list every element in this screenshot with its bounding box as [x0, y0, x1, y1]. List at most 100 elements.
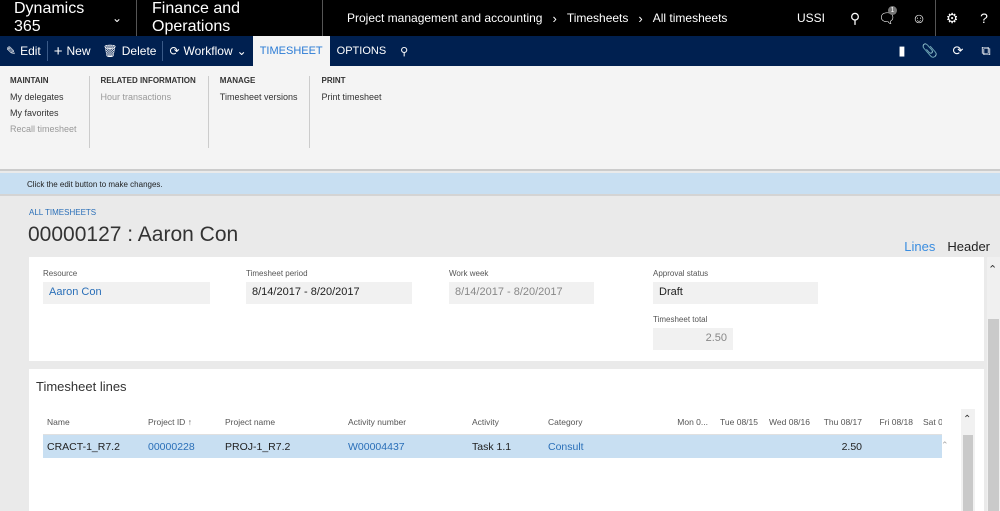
office-icon[interactable]: ▮: [888, 36, 916, 66]
recall-timesheet-button[interactable]: Recall timesheet: [10, 124, 77, 134]
work-week-field: Work week 8/14/2017 - 8/20/2017: [449, 269, 594, 304]
ribbon-group-manage: MANAGE Timesheet versions: [220, 76, 311, 148]
hour-transactions-button[interactable]: Hour transactions: [101, 92, 196, 102]
chevron-down-icon: ⌄: [236, 44, 247, 58]
sort-ascending-icon: ↑: [187, 416, 192, 427]
plus-icon: +: [53, 42, 63, 60]
refresh-icon[interactable]: ⟳: [944, 36, 972, 66]
new-button[interactable]: + New: [48, 36, 97, 66]
delete-button[interactable]: 🗑 Delete: [97, 36, 163, 66]
edit-label: Edit: [20, 44, 41, 58]
workflow-icon: ⟳: [169, 44, 180, 58]
info-message-bar: Click the edit button to make changes.: [0, 173, 1000, 196]
pencil-icon: ✎: [6, 44, 17, 58]
col-mon[interactable]: Mon 0...: [630, 417, 714, 427]
cell-category[interactable]: Consult: [544, 441, 630, 453]
scroll-up-icon[interactable]: ⌃: [963, 414, 971, 425]
scrollbar-thumb[interactable]: [988, 319, 999, 511]
work-week-label: Work week: [449, 269, 489, 278]
top-navigation-bar: Dynamics 365 ⌄ Finance and Operations Pr…: [0, 0, 1000, 36]
tab-header[interactable]: Header: [947, 239, 990, 254]
cell-project-name: PROJ-1_R7.2: [225, 440, 291, 453]
notification-badge: 1: [888, 6, 897, 15]
app-name[interactable]: Finance and Operations: [137, 0, 323, 36]
view-switcher: Lines Header: [904, 239, 990, 254]
edit-button[interactable]: ✎ Edit: [0, 36, 47, 66]
page-scrollbar[interactable]: ⌃: [987, 257, 1000, 511]
feedback-smiley-icon[interactable]: ☺: [903, 0, 935, 36]
notification-icon[interactable]: 🗨 1: [871, 0, 903, 36]
scrollbar-thumb[interactable]: [963, 435, 973, 511]
chevron-right-icon: ›: [552, 10, 557, 26]
resource-label: Resource: [43, 269, 78, 278]
search-icon[interactable]: ⚲: [393, 36, 415, 66]
dynamics-365-menu[interactable]: Dynamics 365 ⌄: [0, 0, 137, 36]
open-new-window-icon[interactable]: ⧉: [972, 36, 1000, 66]
ribbon: MAINTAIN My delegates My favorites Recal…: [0, 66, 1000, 171]
timesheet-total-value: 2.50: [653, 328, 733, 350]
company-picker[interactable]: USSI: [797, 11, 825, 25]
grid-scrollbar[interactable]: ⌃: [961, 409, 975, 511]
col-category[interactable]: Category: [544, 417, 630, 427]
breadcrumb-module[interactable]: Project management and accounting: [347, 11, 542, 25]
attachment-icon[interactable]: 📎: [916, 36, 944, 66]
workflow-button[interactable]: ⟳ Workflow ⌄: [163, 36, 252, 66]
col-wed[interactable]: Wed 08/16: [764, 417, 816, 427]
group-title: MAINTAIN: [10, 76, 49, 85]
chevron-down-icon: ⌄: [111, 11, 122, 25]
ribbon-group-maintain: MAINTAIN My delegates My favorites Recal…: [10, 76, 90, 148]
col-name[interactable]: Name: [43, 417, 144, 427]
breadcrumb-all-timesheets[interactable]: All timesheets: [653, 11, 728, 25]
page-breadcrumb[interactable]: ALL TIMESHEETS: [29, 208, 96, 217]
col-fri[interactable]: Fri 08/18: [868, 417, 919, 427]
col-activity[interactable]: Activity: [468, 417, 544, 427]
my-favorites-button[interactable]: My favorites: [10, 108, 77, 118]
action-pane: ✎ Edit + New 🗑 Delete ⟳ Workflow ⌄ TIMES…: [0, 36, 1000, 66]
group-title: PRINT: [321, 76, 346, 85]
group-title: MANAGE: [219, 76, 256, 85]
timesheet-versions-button[interactable]: Timesheet versions: [220, 92, 298, 102]
page-title: 00000127 : Aaron Con: [28, 223, 239, 246]
timesheet-total-label: Timesheet total: [653, 315, 708, 324]
timesheet-lines-card: Timesheet lines Name Project ID ↑ Projec…: [29, 369, 984, 511]
table-row[interactable]: CRACT-1_R7.2 00000228 PROJ-1_R7.2 W00004…: [43, 435, 942, 458]
brand-label: Dynamics 365: [14, 0, 85, 35]
resource-field: Resource Aaron Con: [43, 269, 210, 304]
section-title: Timesheet lines: [36, 379, 127, 394]
cell-thu[interactable]: 2.50: [816, 441, 868, 453]
header-summary-card: Resource Aaron Con Timesheet period 8/14…: [29, 257, 984, 361]
resource-value[interactable]: Aaron Con: [43, 282, 210, 304]
col-activity-number[interactable]: Activity number: [344, 417, 468, 427]
breadcrumb-timesheets[interactable]: Timesheets: [567, 11, 629, 25]
trash-icon: 🗑: [102, 44, 118, 58]
search-icon[interactable]: ⚲: [839, 0, 871, 36]
col-project-id[interactable]: Project ID ↑: [144, 417, 221, 427]
chevron-right-icon: ›: [638, 10, 643, 26]
breadcrumb: Project management and accounting › Time…: [323, 11, 797, 26]
cell-activity-number[interactable]: W00004437: [344, 441, 468, 453]
tab-options[interactable]: OPTIONS: [330, 36, 394, 66]
timesheet-period-label: Timesheet period: [246, 269, 308, 278]
my-delegates-button[interactable]: My delegates: [10, 92, 77, 102]
tab-timesheet[interactable]: TIMESHEET: [252, 36, 330, 66]
settings-gear-icon[interactable]: ⚙: [936, 0, 968, 36]
col-thu[interactable]: Thu 08/17: [816, 417, 868, 427]
timesheet-total-field: Timesheet total 2.50: [653, 315, 733, 350]
grid-header: Name Project ID ↑ Project name Activity …: [43, 409, 942, 435]
cell-project-id[interactable]: 00000228: [144, 441, 221, 453]
timesheet-period-value[interactable]: 8/14/2017 - 8/20/2017: [246, 282, 412, 304]
help-icon[interactable]: ?: [968, 0, 1000, 36]
col-sat[interactable]: Sat 0: [919, 417, 942, 427]
timesheet-lines-grid: Name Project ID ↑ Project name Activity …: [43, 409, 942, 458]
scroll-up-icon[interactable]: ⌃: [988, 263, 997, 276]
approval-status-field: Approval status Draft: [653, 269, 818, 304]
work-week-value: 8/14/2017 - 8/20/2017: [449, 282, 594, 304]
cell-name: CRACT-1_R7.2: [47, 440, 120, 453]
group-title: RELATED INFORMATION: [100, 76, 196, 85]
delete-label: Delete: [121, 44, 157, 58]
col-tue[interactable]: Tue 08/15: [714, 417, 764, 427]
print-timesheet-button[interactable]: Print timesheet: [321, 92, 381, 102]
tab-lines[interactable]: Lines: [904, 239, 935, 254]
ribbon-group-print: PRINT Print timesheet: [321, 76, 393, 148]
col-project-name[interactable]: Project name: [221, 417, 344, 427]
